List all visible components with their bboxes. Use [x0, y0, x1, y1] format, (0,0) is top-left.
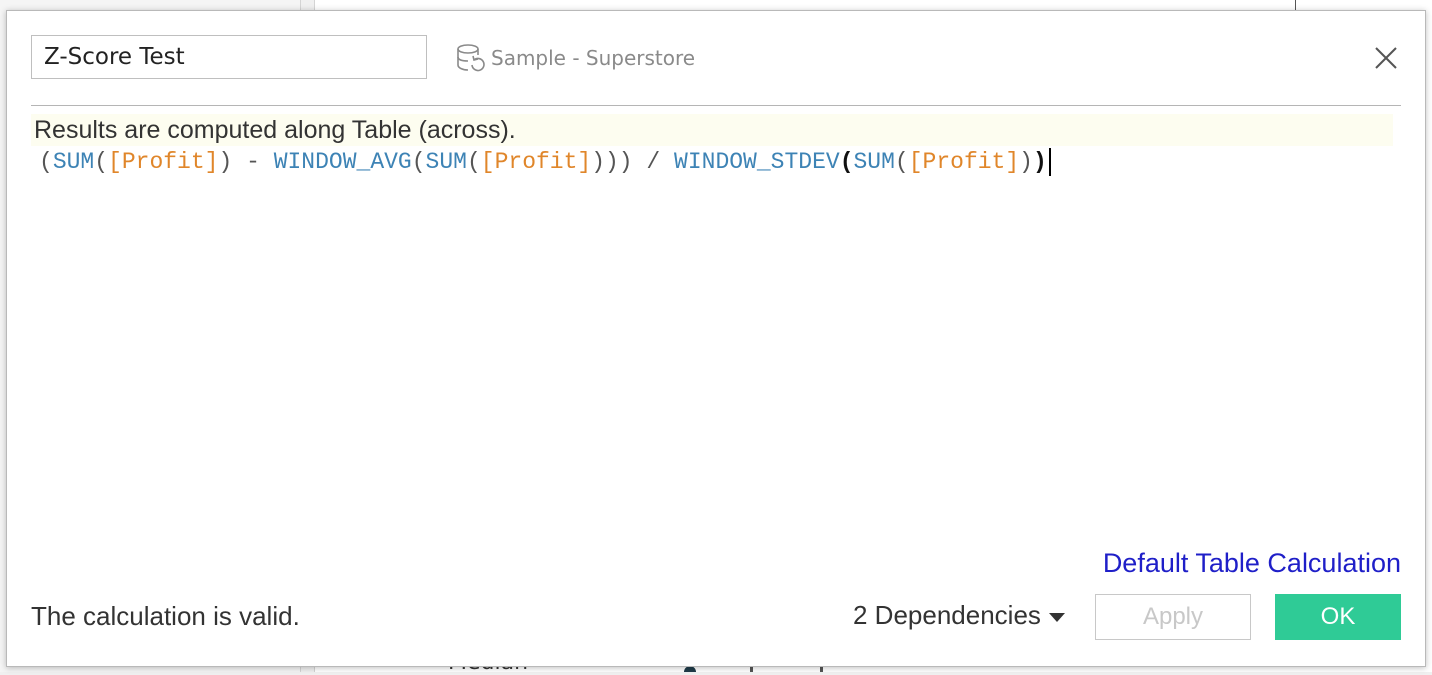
dependencies-label: 2 Dependencies [853, 600, 1041, 630]
formula-token-punct: ( [94, 149, 109, 175]
validation-status: The calculation is valid. [31, 601, 300, 631]
formula-token-field: [Profit] [480, 149, 592, 175]
formula-token-op: / [632, 149, 675, 175]
formula-token-bold: ) [1032, 149, 1047, 175]
calculation-editor-dialog: Sample - Superstore Results are computed… [6, 10, 1426, 667]
formula-token-func: SUM [52, 149, 95, 175]
formula-token-field: [Profit] [908, 149, 1020, 175]
formula-token-punct: ) [218, 149, 233, 175]
apply-button[interactable]: Apply [1095, 594, 1251, 640]
header-divider [31, 105, 1401, 106]
formula-token-punct: ( [411, 149, 426, 175]
formula-token-func: WINDOW_STDEV [674, 149, 840, 175]
formula-token-func: SUM [425, 149, 467, 175]
formula-editor[interactable]: (SUM([Profit]) - WINDOW_AVG(SUM([Profit]… [39, 145, 1051, 179]
formula-token-punct: ) [1019, 149, 1033, 175]
text-cursor [1048, 147, 1051, 176]
formula-token-bold: ( [839, 149, 854, 175]
formula-token-field: [Profit] [108, 149, 219, 175]
default-table-calculation-link[interactable]: Default Table Calculation [1103, 548, 1401, 579]
ok-button[interactable]: OK [1275, 594, 1401, 640]
formula-token-punct: ( [39, 149, 53, 175]
data-source-label: Sample - Superstore [491, 46, 696, 70]
chevron-down-icon [1048, 612, 1065, 622]
formula-token-punct: ))) [591, 149, 633, 175]
database-icon [457, 44, 485, 72]
computation-hint: Results are computed along Table (across… [31, 114, 1393, 146]
formula-token-func: SUM [853, 149, 895, 175]
formula-token-func: WINDOW_AVG [273, 149, 412, 175]
formula-token-op: - [232, 149, 274, 175]
formula-token-punct: ( [894, 149, 909, 175]
formula-token-punct: ( [466, 149, 481, 175]
close-icon[interactable] [1373, 45, 1399, 71]
dependencies-dropdown[interactable]: 2 Dependencies [853, 600, 1065, 631]
data-source-indicator: Sample - Superstore [455, 43, 695, 73]
calculation-name-input[interactable] [31, 35, 427, 79]
